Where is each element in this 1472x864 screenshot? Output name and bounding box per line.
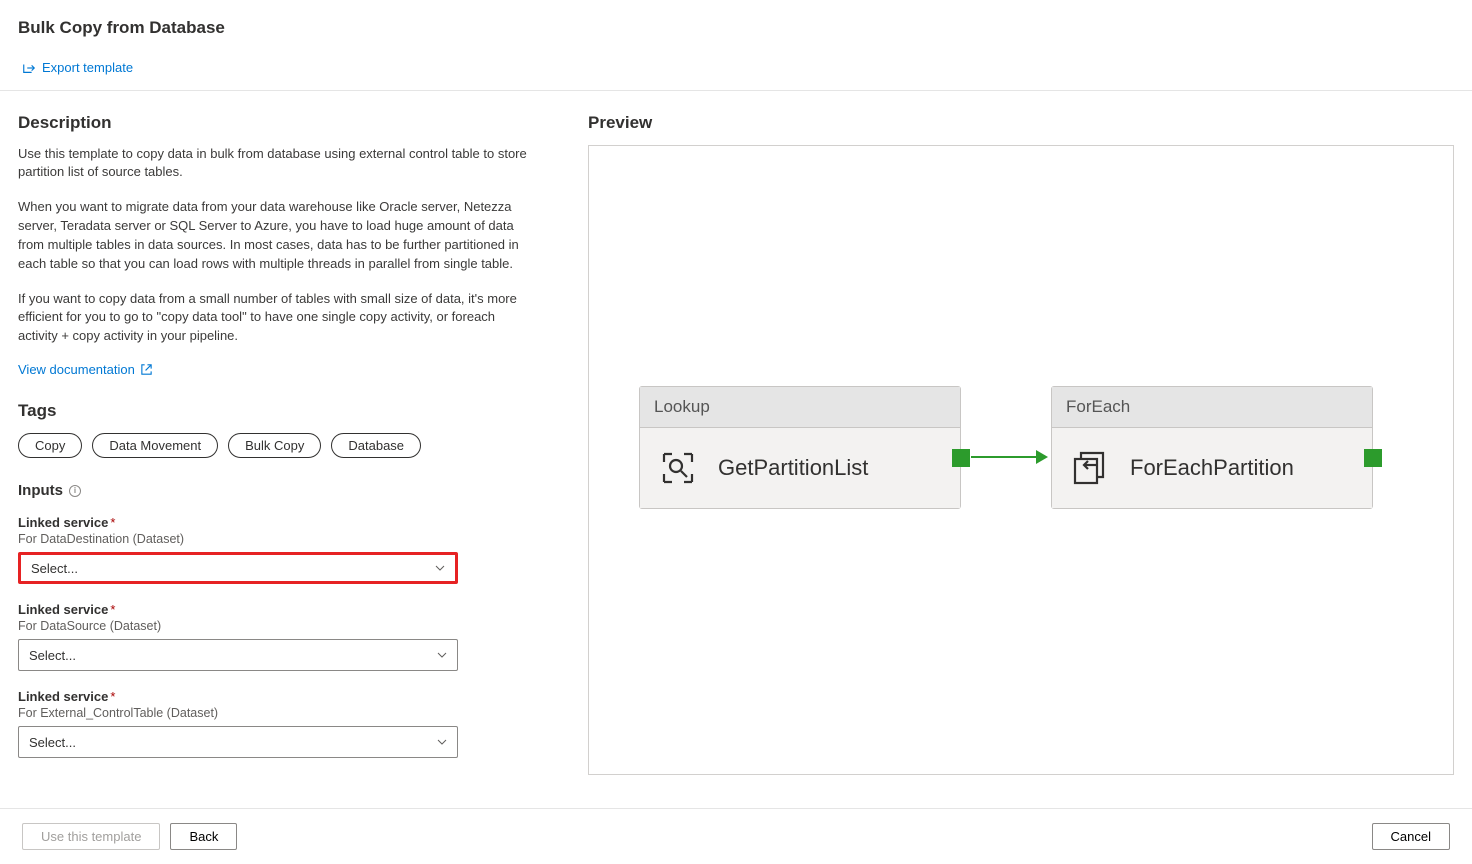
linked-service-select-datasource[interactable]: Select... [18,639,458,671]
chevron-down-icon [437,650,447,660]
node-body: GetPartitionList [640,428,960,508]
page-title: Bulk Copy from Database [0,0,1472,60]
node-output-handle[interactable] [1364,449,1382,467]
linked-service-select-controltable[interactable]: Select... [18,726,458,758]
input-label: Linked service [18,515,108,530]
inputs-heading: Inputs i [18,482,538,499]
input-sublabel: For DataSource (Dataset) [18,619,538,633]
required-asterisk: * [110,515,115,530]
select-placeholder: Select... [29,735,76,750]
input-sublabel: For External_ControlTable (Dataset) [18,706,538,720]
linked-service-select-datadestination[interactable]: Select... [18,552,458,584]
select-placeholder: Select... [29,648,76,663]
preview-canvas[interactable]: Lookup GetPartitionList [588,145,1454,775]
view-documentation-label: View documentation [18,362,135,377]
tag-bulk-copy[interactable]: Bulk Copy [228,433,321,458]
foreach-icon [1070,448,1110,488]
required-asterisk: * [110,602,115,617]
description-p3: If you want to copy data from a small nu… [18,290,538,347]
node-name: GetPartitionList [718,455,868,481]
preview-heading: Preview [588,113,1454,133]
node-output-handle[interactable] [952,449,970,467]
description-p2: When you want to migrate data from your … [18,198,538,273]
input-group-controltable: Linked service* For External_ControlTabl… [18,689,538,758]
node-header: ForEach [1052,387,1372,428]
input-label: Linked service [18,602,108,617]
input-group-datasource: Linked service* For DataSource (Dataset)… [18,602,538,671]
pipeline-connector [971,456,1036,458]
tag-database[interactable]: Database [331,433,421,458]
description-p1: Use this template to copy data in bulk f… [18,145,538,183]
pipeline-node-foreach[interactable]: ForEach ForEachPartition [1051,386,1373,509]
node-name: ForEachPartition [1130,455,1294,481]
node-body: ForEachPartition [1052,428,1372,508]
node-header: Lookup [640,387,960,428]
input-group-datadestination: Linked service* For DataDestination (Dat… [18,515,538,584]
select-placeholder: Select... [31,561,78,576]
tag-copy[interactable]: Copy [18,433,82,458]
input-label: Linked service [18,689,108,704]
cancel-button[interactable]: Cancel [1372,823,1450,850]
export-template-label: Export template [42,60,133,75]
required-asterisk: * [110,689,115,704]
footer: Use this template Back Cancel [0,808,1472,864]
tags-row: Copy Data Movement Bulk Copy Database [18,433,538,458]
tag-data-movement[interactable]: Data Movement [92,433,218,458]
input-sublabel: For DataDestination (Dataset) [18,532,538,546]
toolbar: Export template [0,60,1472,91]
export-icon [22,61,36,75]
export-template-link[interactable]: Export template [22,60,133,75]
chevron-down-icon [437,737,447,747]
inputs-heading-text: Inputs [18,482,63,499]
back-button[interactable]: Back [170,823,237,850]
use-this-template-button[interactable]: Use this template [22,823,160,850]
pipeline-node-lookup[interactable]: Lookup GetPartitionList [639,386,961,509]
info-icon[interactable]: i [69,485,81,497]
chevron-down-icon [435,563,445,573]
lookup-icon [658,448,698,488]
tags-heading: Tags [18,401,538,421]
view-documentation-link[interactable]: View documentation [18,362,153,377]
arrow-head-icon [1036,450,1048,464]
description-heading: Description [18,113,538,133]
external-link-icon [140,363,153,376]
